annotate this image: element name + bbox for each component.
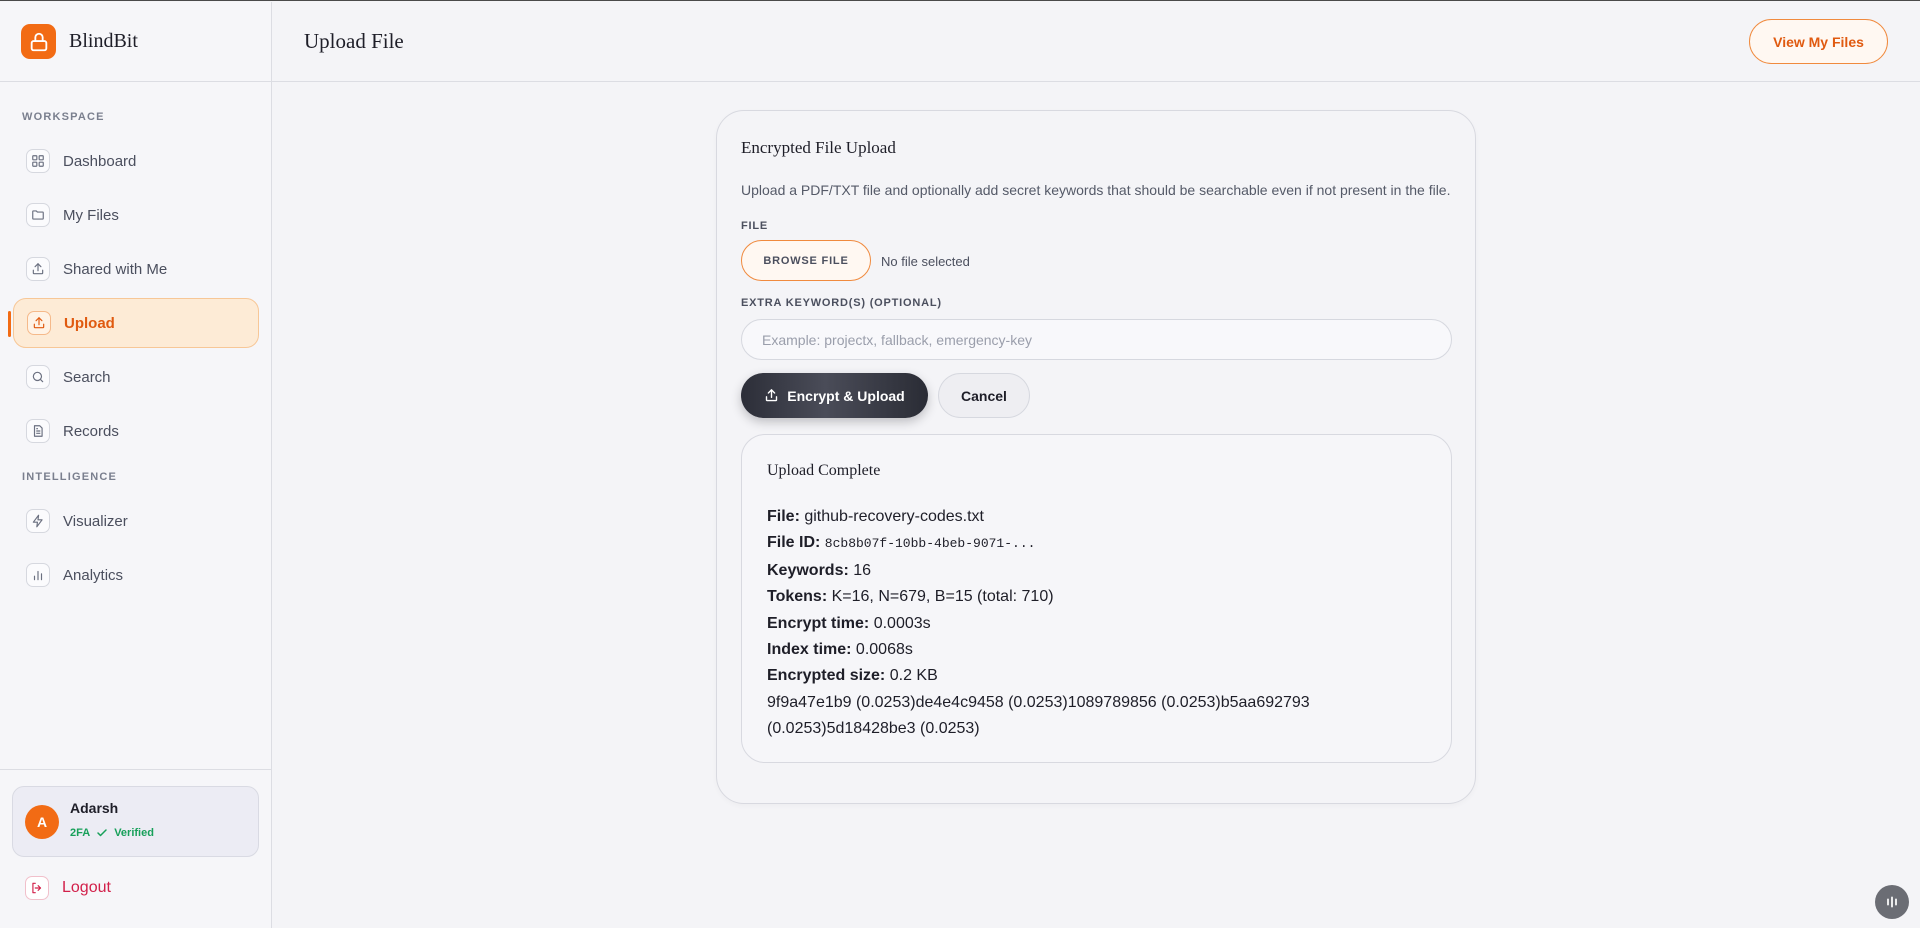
sidebar-item-label: Records [63,422,119,440]
sidebar-item-label: Visualizer [63,512,128,530]
document-icon [26,419,50,443]
sidebar-item-analytics[interactable]: Analytics [13,550,259,600]
sidebar-item-my-files[interactable]: My Files [13,190,259,240]
browse-file-button[interactable]: BROWSE FILE [741,240,871,281]
encrypt-upload-label: Encrypt & Upload [787,387,905,404]
search-icon [26,365,50,389]
encrypt-upload-button[interactable]: Encrypt & Upload [741,373,928,418]
logout-icon [25,876,49,900]
result-keywords: Keywords: 16 [767,561,872,579]
upload-result: Upload Complete File: github-recovery-co… [741,434,1452,763]
sidebar-item-search[interactable]: Search [13,352,259,402]
sidebar-item-label: My Files [63,206,119,224]
lock-icon [21,24,56,59]
user-status: 2FA Verified [70,827,154,839]
grid-icon [26,149,50,173]
sidebar-divider [0,769,271,770]
keywords-input[interactable] [741,319,1452,360]
twofa-badge: 2FA [70,827,91,839]
sidebar-item-label: Upload [64,314,115,332]
sidebar-item-label: Analytics [63,566,124,584]
result-encrypt-time: Encrypt time: 0.0003s [767,614,931,632]
active-indicator [8,311,11,337]
folder-icon [26,203,50,227]
file-label: FILE [741,220,769,232]
share-icon [26,257,50,281]
keywords-label: EXTRA KEYWORD(S) (OPTIONAL) [741,297,942,309]
bolt-icon [26,509,50,533]
result-title: Upload Complete [767,462,881,479]
sidebar-item-visualizer[interactable]: Visualizer [13,496,259,546]
avatar: A [25,805,59,839]
view-my-files-button[interactable]: View My Files [1749,19,1888,64]
file-status: No file selected [881,254,970,269]
cancel-button[interactable]: Cancel [938,373,1030,418]
brand[interactable]: BlindBit [0,2,271,82]
result-hashes: 9f9a47e1b9 (0.0253)de4e4c9458 (0.0253)10… [767,693,1310,738]
sidebar-item-shared[interactable]: Shared with Me [13,244,259,294]
floating-action-button[interactable] [1875,885,1909,919]
logout-button[interactable]: Logout [25,876,111,900]
header: Upload File View My Files [272,2,1920,82]
bar-chart-icon [26,563,50,587]
result-index-time: Index time: 0.0068s [767,641,913,659]
result-encrypted-size: Encrypted size: 0.2 KB [767,667,938,685]
result-file-id: File ID: 8cb8b07f-10bb-4beb-9071-... [767,534,1036,552]
sidebar-item-upload[interactable]: Upload [13,298,259,348]
section-label-workspace: WORKSPACE [22,111,105,123]
result-details: File: github-recovery-codes.txt File ID:… [767,504,1427,743]
sidebar-item-dashboard[interactable]: Dashboard [13,136,259,186]
equalizer-icon [1887,896,1897,908]
brand-name: BlindBit [69,30,138,52]
sidebar-item-label: Shared with Me [63,260,168,278]
verified-badge: Verified [114,827,154,839]
sidebar-item-label: Dashboard [63,152,137,170]
upload-description: Upload a PDF/TXT file and optionally add… [741,182,1451,198]
user-name: Adarsh [70,800,119,816]
check-icon [97,829,107,837]
upload-icon [27,311,51,335]
upload-card: Encrypted File Upload Upload a PDF/TXT f… [716,110,1476,804]
upload-icon [766,389,778,402]
sidebar-item-records[interactable]: Records [13,406,259,456]
sidebar-item-label: Search [63,368,111,386]
user-card[interactable]: A Adarsh 2FA Verified [12,786,259,857]
logout-label: Logout [62,879,111,896]
result-file: File: github-recovery-codes.txt [767,508,984,525]
section-label-intelligence: INTELLIGENCE [22,471,118,483]
sidebar: BlindBit WORKSPACE Dashboard My Files Sh… [0,2,272,928]
result-tokens: Tokens: K=16, N=679, B=15 (total: 710) [767,588,1054,606]
page-title: Upload File [304,29,404,53]
upload-card-title: Encrypted File Upload [741,138,896,157]
